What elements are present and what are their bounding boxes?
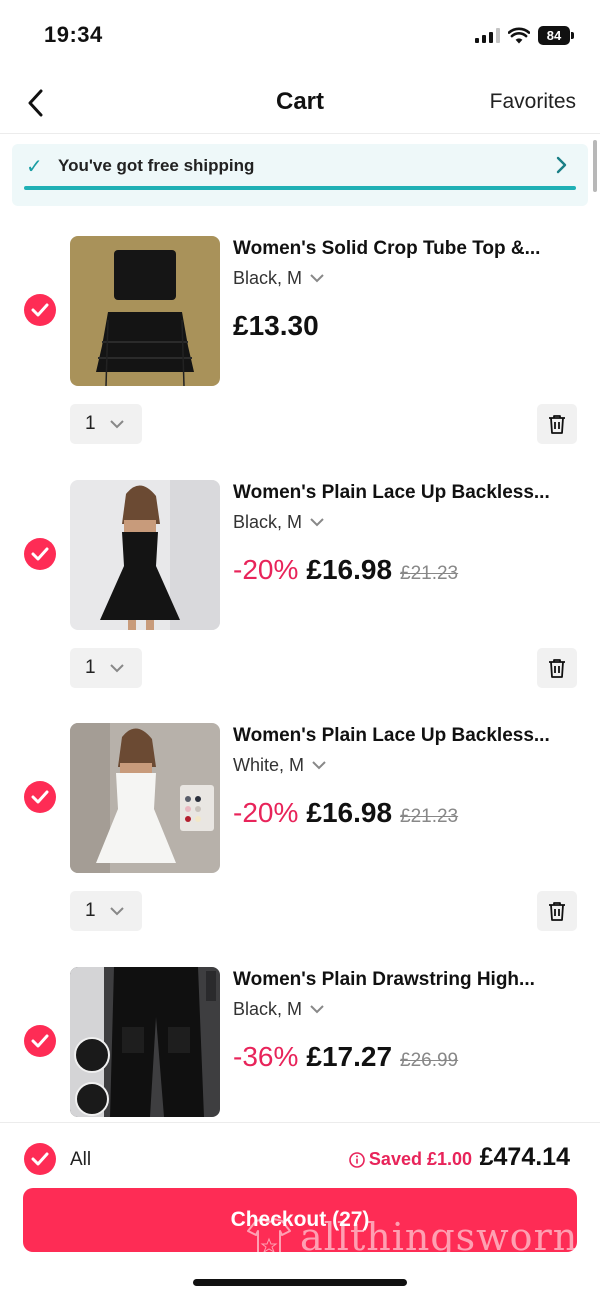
checkmark-icon (31, 303, 49, 317)
battery-icon: 84 (538, 25, 574, 45)
checkmark-icon: ✓ (26, 156, 43, 178)
product-image[interactable] (70, 236, 220, 386)
cart-total: £474.14 (479, 1143, 570, 1171)
variant-selector[interactable]: Black, M (233, 512, 324, 533)
home-indicator[interactable] (193, 1279, 407, 1286)
item-title[interactable]: Women's Solid Crop Tube Top &... (233, 238, 573, 260)
chevron-down-icon (310, 1005, 324, 1014)
quantity-selector[interactable]: 1 (70, 648, 142, 688)
checkmark-icon (31, 790, 49, 804)
chevron-down-icon (109, 419, 124, 428)
original-price: £26.99 (400, 1050, 459, 1071)
variant-label: Black, M (233, 268, 303, 288)
back-button[interactable] (18, 86, 52, 120)
price-row: -36% £17.27 £26.99 (233, 1041, 458, 1073)
variant-label: Black, M (233, 512, 303, 532)
cart-item: Women's Solid Crop Tube Top &... Black, … (0, 236, 600, 480)
black-dress-image (70, 480, 220, 630)
shipping-progress-bar (24, 186, 576, 190)
select-all-checkbox[interactable] (24, 1143, 56, 1175)
crop-top-skirt-image (70, 236, 220, 386)
nav-bar: Cart Favorites (0, 72, 600, 134)
item-price: £16.98 (306, 554, 393, 585)
checkmark-icon (31, 547, 49, 561)
checkout-bar: All Saved £1.00 £474.14 Checkout (27) al… (0, 1122, 600, 1299)
chevron-down-icon (109, 663, 124, 672)
price-row: -20% £16.98 £21.23 (233, 554, 458, 586)
checkout-label: Checkout (27) (230, 1208, 370, 1231)
signal-icon (475, 27, 500, 43)
scrollbar[interactable] (593, 140, 597, 192)
chevron-down-icon (109, 906, 124, 915)
item-price: £16.98 (306, 797, 393, 828)
status-time: 19:34 (44, 22, 103, 47)
quantity-value: 1 (85, 900, 96, 921)
variant-selector[interactable]: White, M (233, 755, 326, 776)
product-image[interactable] (70, 480, 220, 630)
trash-icon (549, 415, 565, 434)
product-image[interactable] (70, 723, 220, 873)
item-title[interactable]: Women's Plain Lace Up Backless... (233, 482, 573, 504)
item-select-checkbox[interactable] (24, 781, 56, 813)
item-select-checkbox[interactable] (24, 538, 56, 570)
chevron-right-icon (556, 156, 567, 174)
checkmark-icon (31, 1034, 49, 1048)
price-row: £13.30 (233, 310, 319, 342)
variant-label: White, M (233, 755, 305, 775)
chevron-down-icon (310, 274, 324, 283)
white-dress-image (70, 723, 220, 873)
favorites-link[interactable]: Favorites (490, 90, 576, 114)
product-image[interactable] (70, 967, 220, 1117)
original-price: £21.23 (400, 806, 459, 827)
item-price: £13.30 (233, 310, 319, 341)
checkout-button[interactable]: Checkout (27) (23, 1188, 577, 1252)
quantity-selector[interactable]: 1 (70, 404, 142, 444)
status-icons: 84 (475, 24, 574, 46)
free-shipping-banner[interactable]: ✓ You've got free shipping (12, 144, 588, 206)
quantity-value: 1 (85, 413, 96, 434)
select-all-label[interactable]: All (70, 1149, 91, 1171)
free-shipping-text: You've got free shipping (58, 156, 255, 175)
savings-info[interactable]: Saved £1.00 (349, 1149, 472, 1170)
cart-item: Women's Plain Lace Up Backless... White,… (0, 723, 600, 967)
item-price: £17.27 (306, 1041, 393, 1072)
variant-selector[interactable]: Black, M (233, 999, 324, 1020)
info-icon (349, 1151, 365, 1168)
status-bar: 19:34 84 (0, 0, 600, 72)
delete-item-button[interactable] (537, 648, 577, 688)
variant-label: Black, M (233, 999, 303, 1019)
discount-badge: -20% (233, 797, 299, 828)
cargo-pants-image (70, 967, 220, 1117)
item-title[interactable]: Women's Plain Drawstring High... (233, 969, 573, 991)
price-row: -20% £16.98 £21.23 (233, 797, 458, 829)
trash-icon (549, 902, 565, 921)
cart-item: Women's Plain Lace Up Backless... Black,… (0, 480, 600, 724)
quantity-selector[interactable]: 1 (70, 891, 142, 931)
quantity-value: 1 (85, 657, 96, 678)
item-select-checkbox[interactable] (24, 294, 56, 326)
delete-item-button[interactable] (537, 891, 577, 931)
item-select-checkbox[interactable] (24, 1025, 56, 1057)
item-title[interactable]: Women's Plain Lace Up Backless... (233, 725, 573, 747)
saved-amount: Saved £1.00 (368, 1149, 472, 1169)
discount-badge: -36% (233, 1041, 299, 1072)
discount-badge: -20% (233, 554, 299, 585)
trash-icon (549, 659, 565, 678)
checkmark-icon (31, 1152, 49, 1166)
original-price: £21.23 (400, 563, 459, 584)
variant-selector[interactable]: Black, M (233, 268, 324, 289)
chevron-down-icon (312, 761, 326, 770)
wifi-icon (508, 27, 530, 43)
battery-level: 84 (538, 25, 570, 45)
chevron-down-icon (310, 518, 324, 527)
chevron-left-icon (28, 89, 43, 117)
delete-item-button[interactable] (537, 404, 577, 444)
